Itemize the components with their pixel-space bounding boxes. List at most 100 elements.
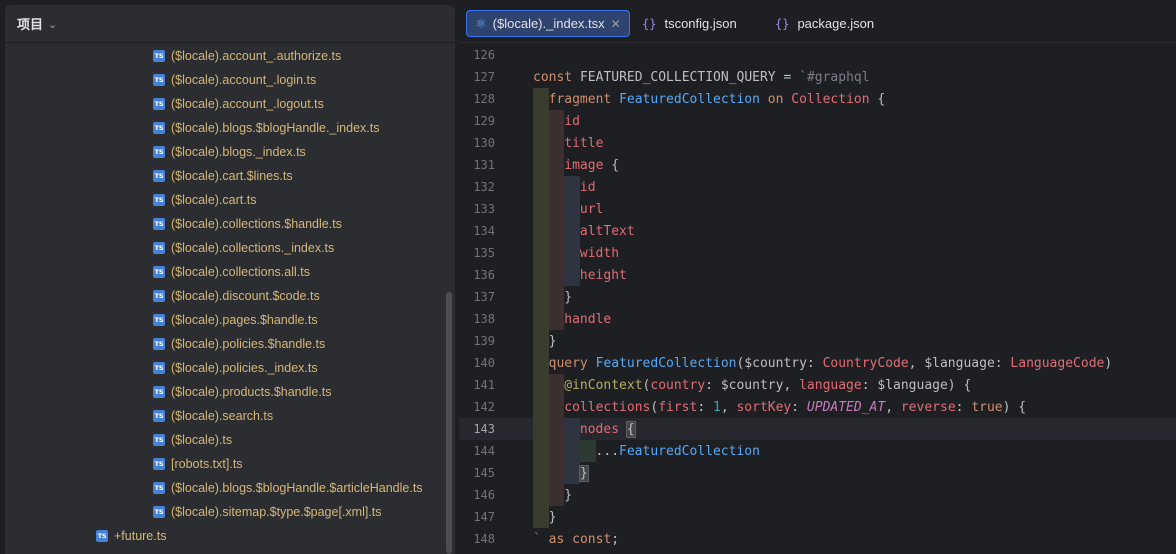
file-name: ($locale).collections._index.ts — [171, 241, 335, 255]
file-name: [robots.txt].ts — [171, 457, 243, 471]
code-text: ` as const; — [533, 532, 619, 547]
code-text: image { — [564, 158, 619, 173]
code-line[interactable]: 126 — [459, 44, 1176, 66]
code-token: height — [579, 267, 627, 283]
file-tree-item[interactable]: TS ($locale).policies.$handle.ts — [153, 332, 325, 356]
code-token: UPDATED_AT — [806, 399, 886, 415]
code-line[interactable]: 131 image { — [459, 154, 1176, 176]
indent-guide — [548, 396, 565, 418]
editor-tab[interactable]: {} package.json — [767, 10, 882, 37]
editor-tab[interactable]: {} tsconfig.json — [634, 10, 745, 37]
typescript-icon: TS — [153, 122, 165, 134]
file-name: ($locale).blogs.$blogHandle._index.ts — [171, 121, 380, 135]
code-token: , — [720, 399, 737, 415]
code-line[interactable]: 127 const FEATURED_COLLECTION_QUERY = `#g… — [459, 66, 1176, 88]
code-token: , — [885, 399, 901, 415]
indent-guide — [548, 242, 565, 264]
code-line[interactable]: 140 query FeaturedCollection($country: Co… — [459, 352, 1176, 374]
file-tree-item[interactable]: TS ($locale).blogs.$blogHandle._index.ts — [153, 116, 379, 140]
code-line[interactable]: 132 id — [459, 176, 1176, 198]
project-panel-header[interactable]: 项目 ⌄ — [5, 5, 455, 43]
file-tree-item[interactable]: TS ($locale).account_.login.ts — [153, 68, 316, 92]
tab-label: package.json — [797, 16, 875, 31]
code-line[interactable]: 148 ` as const; — [459, 528, 1176, 550]
file-tree-item[interactable]: TS ($locale).cart.$lines.ts — [153, 164, 293, 188]
indent-guide — [548, 220, 565, 242]
code-line[interactable]: 139} — [459, 330, 1176, 352]
code-line[interactable]: 129 id — [459, 110, 1176, 132]
file-name: ($locale).pages.$handle.ts — [171, 313, 318, 327]
file-tree-item[interactable]: TS ($locale).collections.$handle.ts — [153, 212, 342, 236]
code-line[interactable]: 134 altText — [459, 220, 1176, 242]
indent-guide — [548, 264, 565, 286]
file-tree-item[interactable]: TS ($locale).blogs.$blogHandle.$articleHa… — [153, 476, 423, 500]
close-icon[interactable]: ✕ — [611, 17, 621, 31]
code-token: LanguageCode — [1010, 355, 1105, 371]
code-token: image — [564, 157, 604, 173]
indent-guide — [548, 176, 565, 198]
code-area[interactable]: 126 127 const FEATURED_COLLECTION_QUERY = … — [459, 44, 1176, 554]
indent-guide — [533, 154, 549, 176]
file-tree-item[interactable]: TS ($locale).sitemap.$type.$page[.xml].ts — [153, 500, 382, 524]
indent-guide — [533, 506, 549, 528]
file-tree-item[interactable]: TS ($locale).account_.logout.ts — [153, 92, 324, 116]
code-token: : $language) { — [861, 377, 972, 393]
vertical-scrollbar[interactable] — [446, 292, 452, 554]
code-token: ... — [595, 443, 620, 459]
file-tree-item[interactable]: TS ($locale).ts — [153, 428, 232, 452]
code-line[interactable]: 130 title — [459, 132, 1176, 154]
line-number: 147 — [473, 510, 495, 524]
indent-guide — [533, 484, 549, 506]
tab-label: ($locale)._index.tsx — [492, 16, 605, 31]
code-token: ; — [611, 531, 620, 547]
indent-guide — [533, 220, 549, 242]
file-tree-item[interactable]: TS ($locale).products.$handle.ts — [153, 380, 332, 404]
typescript-icon: TS — [153, 386, 165, 398]
file-tree-item[interactable]: TS ($locale).account_.authorize.ts — [153, 44, 341, 68]
indent-guide — [533, 176, 549, 198]
code-line[interactable]: 137} — [459, 286, 1176, 308]
code-line[interactable]: 136 height — [459, 264, 1176, 286]
code-text: } — [549, 510, 557, 525]
file-tree-item[interactable]: TS [robots.txt].ts — [153, 452, 243, 476]
file-name: ($locale).policies.$handle.ts — [171, 337, 326, 351]
code-line[interactable]: 128 fragment FeaturedCollection on Collec… — [459, 88, 1176, 110]
code-token: } — [564, 487, 573, 503]
line-number: 128 — [473, 92, 495, 106]
code-line[interactable]: 145} — [459, 462, 1176, 484]
code-line[interactable]: 143 nodes { — [459, 418, 1176, 440]
code-line[interactable]: 138 handle — [459, 308, 1176, 330]
code-token: @inContext — [564, 377, 643, 393]
file-tree-item[interactable]: TS ($locale).pages.$handle.ts — [153, 308, 318, 332]
line-number: 142 — [473, 400, 495, 414]
file-tree-item[interactable]: TS ($locale).search.ts — [153, 404, 273, 428]
file-tree-item[interactable]: TS ($locale).collections._index.ts — [153, 236, 334, 260]
indent-guide — [564, 220, 580, 242]
indent-guide — [533, 440, 549, 462]
project-panel-title: 项目 — [17, 17, 44, 32]
code-text: altText — [580, 224, 635, 239]
line-number: 146 — [473, 488, 495, 502]
code-line[interactable]: 133 url — [459, 198, 1176, 220]
file-tree-item[interactable]: TS +future.ts — [96, 524, 166, 548]
code-line[interactable]: 144 ...FeaturedCollection — [459, 440, 1176, 462]
file-tree-item[interactable]: TS ($locale).collections.all.ts — [153, 260, 310, 284]
typescript-icon: TS — [153, 410, 165, 422]
editor-tab[interactable]: ⚛ ($locale)._index.tsx ✕ — [466, 10, 630, 37]
file-tree-item[interactable]: TS ($locale).policies._index.ts — [153, 356, 318, 380]
code-line[interactable]: 142 collections(first: 1, sortKey: UPDATE… — [459, 396, 1176, 418]
code-line[interactable]: 141 @inContext(country: $country, languag… — [459, 374, 1176, 396]
code-token: { — [625, 420, 636, 438]
typescript-icon: TS — [153, 362, 165, 374]
chevron-down-icon[interactable]: ⌄ — [48, 18, 57, 31]
file-tree-item[interactable]: TS ($locale).blogs._index.ts — [153, 140, 306, 164]
file-tree-item[interactable]: TS ($locale).discount.$code.ts — [153, 284, 320, 308]
indent-guide — [564, 264, 580, 286]
line-number: 130 — [473, 136, 495, 150]
code-line[interactable]: 147} — [459, 506, 1176, 528]
indent-guide — [533, 88, 549, 110]
code-line[interactable]: 135 width — [459, 242, 1176, 264]
file-tree-item[interactable]: TS ($locale).cart.ts — [153, 188, 256, 212]
code-line[interactable]: 146} — [459, 484, 1176, 506]
indent-guide — [548, 418, 565, 440]
